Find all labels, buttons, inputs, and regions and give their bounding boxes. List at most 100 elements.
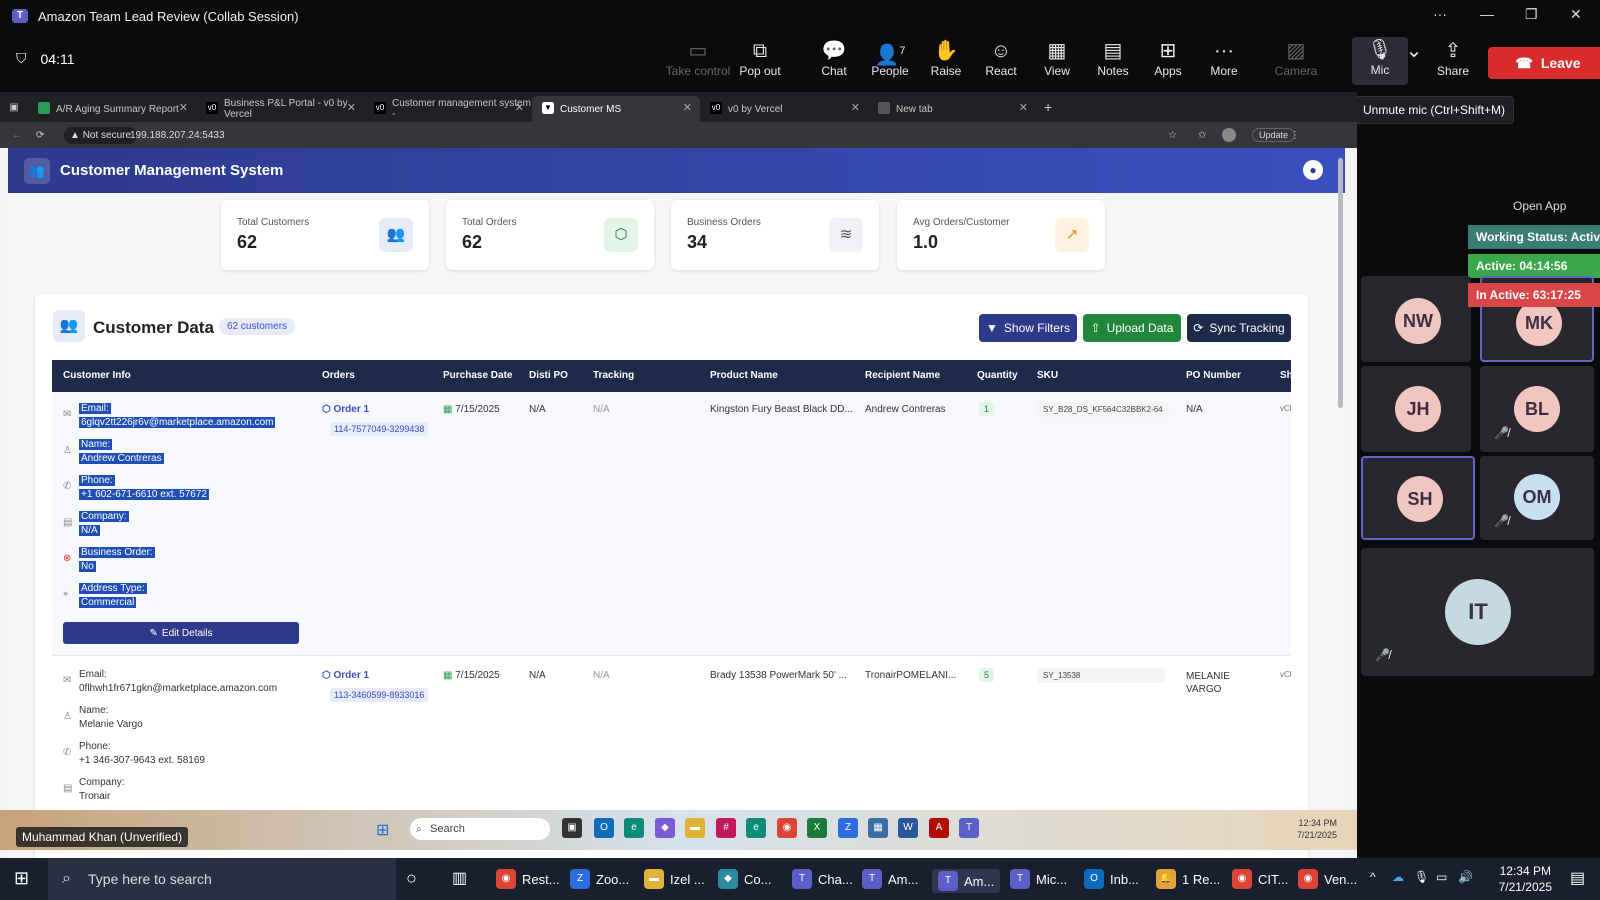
bookmark-star-icon[interactable]: ☆ (1168, 130, 1177, 141)
browser-tab[interactable]: A/R Aging Summary Report ✕ (28, 96, 196, 122)
pop-out-button[interactable]: ⧉ Pop out (732, 38, 788, 78)
security-chip[interactable]: ▲ Not secure (64, 126, 138, 144)
volume-icon[interactable]: 🔊 (1458, 870, 1473, 884)
share-button[interactable]: ⇪ Share (1425, 38, 1481, 78)
taskbar-app[interactable]: Z Zoo... (570, 869, 629, 889)
column-header[interactable]: Customer Info (63, 370, 131, 381)
column-header[interactable]: Purchase Date (443, 370, 512, 381)
order-link[interactable]: ⬡ Order 1 (322, 404, 369, 415)
browser-tab[interactable]: New tab ✕ (868, 96, 1036, 122)
browser-tab[interactable]: v0 Customer management system - ✕ (364, 96, 532, 122)
apps-button[interactable]: ⊞ Apps (1140, 38, 1196, 78)
tray-chevron-icon[interactable]: ^ (1370, 870, 1376, 884)
mic-options-chevron-icon[interactable]: ⌄ (1404, 38, 1424, 64)
column-header[interactable]: Tracking (593, 370, 634, 381)
presenter-search-box[interactable]: ⌕ Search (410, 818, 550, 840)
show-filters-button[interactable]: ▼ Show Filters (979, 314, 1077, 342)
column-header[interactable]: Disti PO (529, 370, 568, 381)
onedrive-icon[interactable]: ☁ (1392, 870, 1404, 884)
reload-icon[interactable]: ⟳ (36, 130, 44, 141)
outlook-icon[interactable]: O (594, 818, 614, 838)
network-icon[interactable]: ▭ (1436, 870, 1447, 884)
taskbar-search-box[interactable]: ⌕ Type here to search (48, 858, 396, 900)
chrome-icon[interactable]: ◉ (777, 818, 797, 838)
slack-icon[interactable]: # (716, 818, 736, 838)
tab-close-icon[interactable]: ✕ (851, 101, 860, 114)
open-app-link[interactable]: Open App (1513, 199, 1566, 213)
acrobat-icon[interactable]: A (929, 818, 949, 838)
tab-close-icon[interactable]: ✕ (683, 101, 692, 114)
raise-hand-button[interactable]: ✋ Raise (918, 38, 974, 78)
profile-avatar[interactable] (1222, 128, 1236, 142)
taskbar-app[interactable]: ◉ CIT... (1232, 869, 1288, 889)
taskbar-app[interactable]: ◉ Rest... (496, 869, 560, 889)
taskbar-app-icon[interactable]: ▣ (562, 818, 582, 838)
tab-close-icon[interactable]: ✕ (515, 101, 524, 114)
browser-menu-icon[interactable]: ⋮ (1290, 130, 1300, 141)
system-clock[interactable]: 12:34 PM 7/21/2025 (1499, 863, 1552, 895)
tab-close-icon[interactable]: ✕ (347, 101, 356, 114)
participant-tile[interactable]: IT 🎤̸ (1361, 548, 1594, 676)
windows-start-icon[interactable]: ⊞ (376, 820, 389, 840)
url-field[interactable]: 199.188.207.24:5433 (130, 130, 225, 141)
edit-details-button[interactable]: ✎ Edit Details (63, 622, 299, 644)
taskbar-app[interactable]: ◆ Co... (718, 869, 771, 889)
browser-tab[interactable]: v0 Business P&L Portal - v0 by Vercel ✕ (196, 96, 364, 122)
folder-icon[interactable]: ▬ (685, 818, 705, 838)
more-options-icon[interactable]: ··· (1433, 6, 1447, 22)
column-header[interactable]: Product Name (710, 370, 778, 381)
tab-close-icon[interactable]: ✕ (1019, 101, 1028, 114)
chat-button[interactable]: 💬 Chat (806, 38, 862, 78)
taskbar-app-active[interactable]: T Am... (932, 869, 1001, 893)
page-scrollbar[interactable] (1338, 158, 1343, 408)
taskbar-app[interactable]: T Cha... (792, 869, 853, 889)
user-account-icon[interactable]: ● (1303, 160, 1323, 180)
mic-tray-icon[interactable]: 🎙 (1414, 870, 1429, 884)
close-button[interactable]: ✕ (1570, 6, 1582, 23)
calculator-icon[interactable]: ▦ (868, 818, 888, 838)
participant-tile[interactable]: JH (1361, 366, 1471, 452)
mic-button[interactable]: 🎙 Mic (1352, 37, 1408, 85)
maximize-button[interactable]: ❐ (1525, 6, 1538, 23)
zoom-icon[interactable]: Z (838, 818, 858, 838)
upload-data-button[interactable]: ⇧ Upload Data (1083, 314, 1181, 342)
react-button[interactable]: ☺ React (973, 38, 1029, 78)
people-button[interactable]: 👤7 People (862, 38, 918, 78)
column-header[interactable]: Quantity (977, 370, 1018, 381)
favorites-icon[interactable]: ✩ (1198, 130, 1206, 141)
edge-icon[interactable]: e (624, 818, 644, 838)
more-button[interactable]: ··· More (1196, 38, 1252, 78)
excel-icon[interactable]: X (807, 818, 827, 838)
column-header[interactable]: PO Number (1186, 370, 1241, 381)
column-header[interactable]: Sh (1280, 370, 1293, 381)
browser-tab[interactable]: v0 v0 by Vercel ✕ (700, 96, 868, 122)
column-header[interactable]: Recipient Name (865, 370, 940, 381)
participant-tile-highlighted[interactable]: SH (1361, 456, 1475, 540)
taskbar-app[interactable]: 🔔 1 Re... (1156, 869, 1220, 889)
tab-close-icon[interactable]: ✕ (179, 101, 188, 114)
taskbar-app[interactable]: T Mic... (1010, 869, 1067, 889)
copilot-icon[interactable]: ◆ (655, 818, 675, 838)
column-header[interactable]: Orders (322, 370, 355, 381)
taskbar-app[interactable]: O Inb... (1084, 869, 1139, 889)
taskbar-app[interactable]: ▬ Izel ... (644, 869, 705, 889)
take-control-button[interactable]: ▭ Take control (665, 38, 731, 78)
tab-menu-icon[interactable]: ▣ (0, 102, 28, 113)
participant-tile[interactable]: NW (1361, 276, 1471, 362)
view-button[interactable]: ▦ View (1029, 38, 1085, 78)
back-icon[interactable]: ← (12, 130, 22, 141)
minimize-button[interactable]: — (1480, 6, 1494, 22)
edge-dev-icon[interactable]: e (746, 818, 766, 838)
participant-tile[interactable]: OM 🎤̸ (1480, 456, 1594, 540)
taskbar-app[interactable]: ◉ Ven... (1298, 869, 1357, 889)
taskbar-app[interactable]: T Am... (862, 869, 918, 889)
notifications-icon[interactable]: ▤ (1570, 868, 1585, 888)
browser-tab-active[interactable]: ▼ Customer MS ✕ (532, 96, 700, 122)
camera-button[interactable]: ▨ Camera (1268, 38, 1324, 78)
word-icon[interactable]: W (898, 818, 918, 838)
update-button[interactable]: Update (1252, 128, 1296, 142)
cortana-icon[interactable]: ○ (406, 868, 417, 889)
notes-button[interactable]: ▤ Notes (1085, 38, 1141, 78)
windows-start-icon[interactable]: ⊞ (14, 868, 29, 889)
teams-icon[interactable]: T (959, 818, 979, 838)
